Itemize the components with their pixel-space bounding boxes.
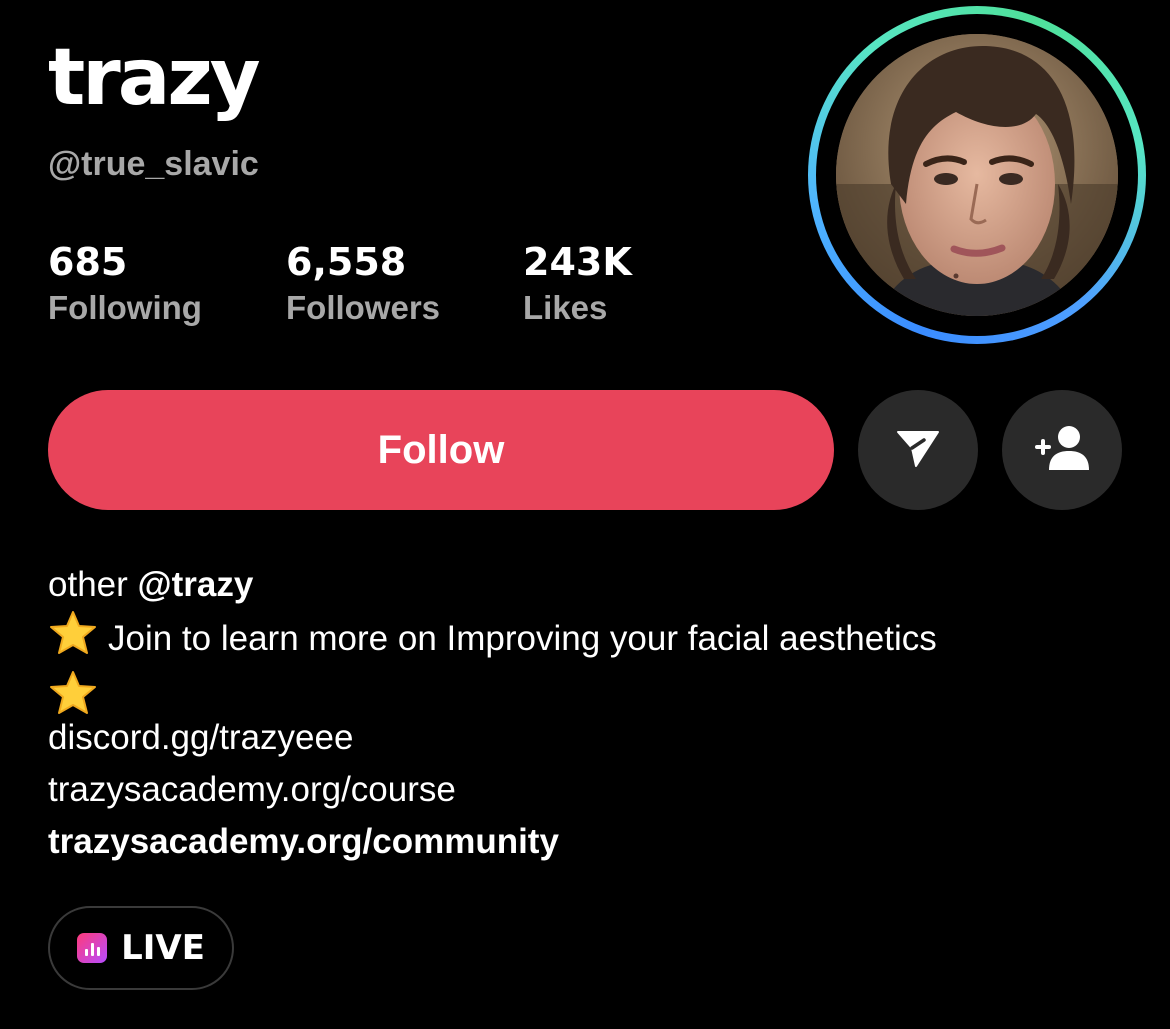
message-button[interactable] [858, 390, 978, 510]
link-discord[interactable]: discord.gg/trazyeee [48, 712, 559, 764]
likes-label: Likes [523, 289, 608, 326]
star-icon [48, 610, 98, 670]
link-course[interactable]: trazysacademy.org/course [48, 764, 559, 816]
followers-count: 6,558 [286, 240, 407, 284]
link-community[interactable]: trazysacademy.org/community [48, 816, 559, 868]
send-icon [894, 424, 942, 477]
live-icon-bar [84, 949, 88, 956]
live-icon-bar [96, 947, 100, 956]
profile-display-name: trazy [48, 33, 261, 123]
profile-bio: other @trazy Join to learn more on Impro… [48, 560, 937, 730]
follow-button[interactable]: Follow [48, 390, 834, 510]
stat-followers[interactable]: 6,558 Followers [286, 238, 440, 330]
bio-text: Join to learn more on Improving your fac… [108, 619, 937, 658]
bio-line-2: Join to learn more on Improving your fac… [48, 610, 937, 670]
live-label: LIVE [121, 928, 205, 968]
likes-count: 243K [523, 240, 632, 284]
bio-prefix: other [48, 565, 128, 604]
profile-links: discord.gg/trazyeee trazysacademy.org/co… [48, 712, 559, 868]
live-icon [77, 933, 108, 963]
following-count: 685 [48, 240, 128, 284]
live-icon-bar [90, 943, 94, 956]
following-label: Following [48, 289, 202, 326]
followers-label: Followers [286, 289, 441, 326]
profile-handle: @true_slavic [48, 145, 259, 183]
avatar[interactable] [808, 6, 1146, 344]
bio-line-1: other @trazy [48, 560, 937, 610]
bio-mention[interactable]: @trazy [138, 565, 254, 604]
stat-likes[interactable]: 243K Likes [523, 238, 632, 330]
profile-photo-illustration [836, 34, 1118, 316]
avatar-photo [836, 34, 1118, 316]
live-button[interactable]: LIVE [48, 906, 234, 990]
add-friend-button[interactable] [1002, 390, 1122, 510]
add-user-icon [1033, 424, 1091, 477]
stat-following[interactable]: 685 Following [48, 238, 202, 330]
